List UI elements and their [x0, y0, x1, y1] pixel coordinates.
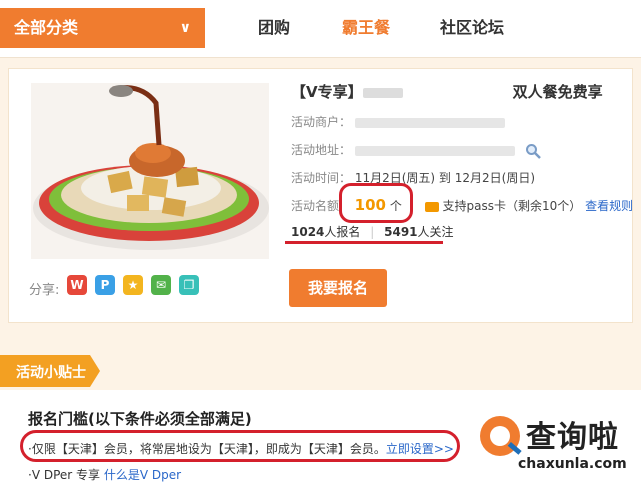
tips-ribbon-label: 活动小贴士 [16, 365, 86, 381]
redacted-text [362, 83, 513, 101]
wechat-share-icon[interactable]: ✉ [151, 275, 171, 295]
pass-card-icon [425, 201, 440, 212]
join-button[interactable]: 我要报名 [289, 269, 387, 307]
address-row: 活动地址： [291, 141, 541, 159]
condition-highlight-oval [20, 430, 460, 462]
watermark-url: chaxunla.com [518, 456, 627, 472]
nav-tab-group-buy[interactable]: 团购 [258, 8, 290, 48]
deal-title-prefix: 【V专享】 [291, 83, 363, 101]
nav-tab-forum[interactable]: 社区论坛 [440, 8, 504, 48]
weibo-share-icon[interactable]: W [67, 275, 87, 295]
time-row: 活动时间： 11月2日(周五) 到 12月2日(周日) [291, 169, 535, 186]
what-is-vdper-link[interactable]: 什么是V Dper [104, 468, 181, 482]
merchant-value-redacted [354, 117, 505, 128]
condition-vip: ·V DPer 专享 什么是V Dper [28, 466, 181, 483]
deal-photo [31, 83, 269, 259]
merchant-row: 活动商户： [291, 113, 505, 130]
quota-highlight-box [339, 183, 413, 223]
share-label: 分享: [29, 283, 60, 298]
stats-row: 1024人报名 | 5491人关注 [291, 225, 454, 239]
map-search-icon[interactable] [525, 143, 541, 159]
address-label: 活动地址： [291, 143, 352, 157]
pass-card-text: 支持pass卡（剩余10个） [442, 199, 582, 213]
follower-count: 5491 [384, 225, 418, 239]
signup-unit: 人报名 [324, 225, 361, 239]
all-categories-label: 全部分类 [14, 18, 79, 37]
copy-link-share-icon[interactable]: ❐ [179, 275, 199, 295]
signup-count: 1024 [291, 225, 325, 239]
conditions-title: 报名门槛(以下条件必须全部满足) [28, 410, 252, 428]
qzone-share-icon[interactable]: ★ [123, 275, 143, 295]
deal-card: 分享: W P ★ ✉ ❐ 【V专享】 双人餐免费享 活动商户： 活动地址： 活动… [8, 68, 633, 323]
follower-unit: 人关注 [417, 225, 454, 239]
time-label: 活动时间： [291, 171, 352, 185]
view-rules-link[interactable]: 查看规则 [585, 199, 633, 213]
all-categories-button[interactable]: 全部分类 ∨ [0, 8, 205, 48]
merchant-label: 活动商户： [291, 115, 352, 129]
pengyou-share-icon[interactable]: P [95, 275, 115, 295]
stats-underline [285, 241, 443, 244]
quota-label: 活动名额 [291, 199, 340, 213]
condition-vip-text: ·V DPer 专享 [28, 468, 101, 482]
watermark-brand: 查询啦 [526, 420, 619, 455]
nav-tab-free-meal[interactable]: 霸王餐 [342, 8, 390, 48]
deal-title-suffix: 双人餐免费享 [512, 83, 603, 101]
deal-title: 【V专享】 双人餐免费享 [291, 81, 603, 102]
address-value-redacted [354, 145, 515, 156]
top-nav-bar: 全部分类 ∨ 团购 霸王餐 社区论坛 [0, 0, 641, 58]
chevron-down-icon: ∨ [179, 20, 191, 36]
